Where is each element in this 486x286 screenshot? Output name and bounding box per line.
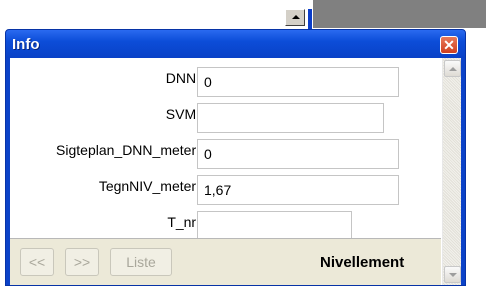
background-gray-area — [313, 0, 486, 28]
scroll-up-button[interactable] — [444, 60, 461, 77]
field-label-tegnniv-meter: TegnNIV_meter: — [98, 178, 200, 194]
field-input-tegnniv-meter[interactable]: 1,67 — [197, 175, 399, 205]
previous-button[interactable]: << — [20, 248, 54, 276]
attribute-form: DNN: 0 SVM: Sigteplan_DNN_meter: 0 TegnN… — [10, 58, 441, 241]
next-button[interactable]: >> — [65, 248, 99, 276]
field-input-t-nr[interactable] — [197, 211, 352, 241]
title-bar[interactable]: Info ✕ — [6, 30, 465, 58]
field-label-svm: SVM: — [165, 106, 200, 122]
arrow-up-icon — [449, 67, 457, 71]
field-input-dnn[interactable]: 0 — [197, 67, 399, 97]
close-button[interactable]: ✕ — [440, 36, 458, 54]
scroll-down-button[interactable] — [444, 266, 461, 283]
arrow-up-icon — [292, 15, 300, 19]
window-title: Info — [12, 36, 40, 53]
field-label-t-nr: T_nr: — [167, 214, 200, 230]
list-button[interactable]: Liste — [110, 248, 172, 276]
background-scroll-up-button[interactable] — [285, 9, 305, 26]
background-blue-strip — [308, 9, 312, 29]
window-client-area: DNN: 0 SVM: Sigteplan_DNN_meter: 0 TegnN… — [10, 58, 461, 285]
vertical-scrollbar[interactable] — [442, 58, 461, 285]
bottom-toolbar: << >> Liste Nivellement — [10, 238, 441, 285]
field-input-sigteplan-dnn-meter[interactable]: 0 — [197, 139, 399, 169]
close-icon: ✕ — [443, 37, 455, 53]
field-label-sigteplan-dnn-meter: Sigteplan_DNN_meter: — [56, 142, 200, 158]
arrow-down-icon — [449, 273, 457, 277]
field-label-dnn: DNN: — [165, 70, 200, 86]
field-input-svm[interactable] — [197, 103, 384, 133]
layer-name-label: Nivellement — [320, 254, 405, 271]
info-window: Info ✕ DNN: 0 SVM: Sigteplan_DNN_meter: … — [5, 29, 466, 286]
